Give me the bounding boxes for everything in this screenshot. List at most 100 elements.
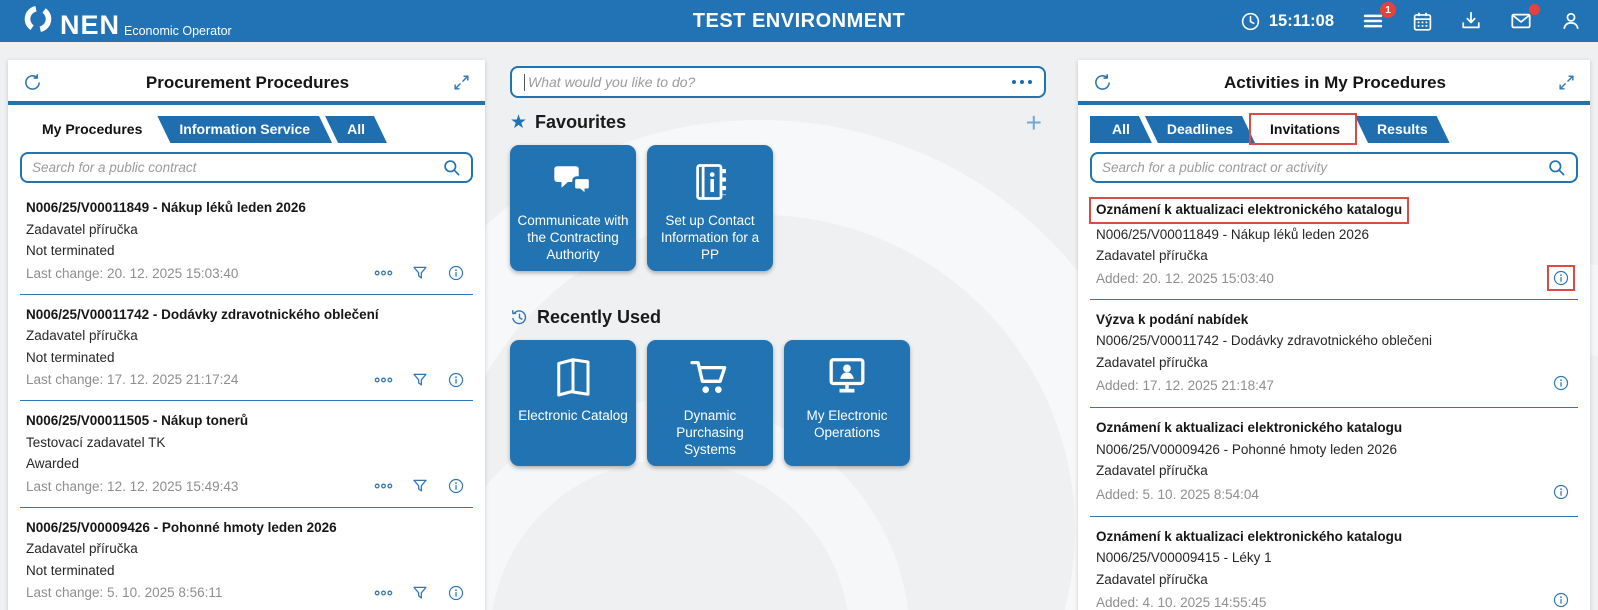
- tab-label[interactable]: Results: [1355, 116, 1450, 143]
- download-button[interactable]: [1460, 10, 1482, 32]
- nen-logo-icon: [24, 5, 52, 33]
- text-caret: [524, 73, 525, 91]
- activity-authority: Zadavatel příručka: [1096, 571, 1208, 587]
- funnel-icon: [413, 479, 427, 492]
- monitor-user-icon: [823, 346, 871, 408]
- activity-authority: Zadavatel příručka: [1096, 463, 1208, 478]
- catalog-icon: [549, 346, 597, 408]
- tab[interactable]: My Procedures: [20, 116, 164, 143]
- search-icon[interactable]: [442, 158, 461, 177]
- calendar-button[interactable]: [1412, 11, 1433, 32]
- info-button[interactable]: [1552, 483, 1570, 501]
- activities-list: Oznámení k aktualizaci elektronického ka…: [1078, 188, 1590, 610]
- refresh-icon: [25, 74, 40, 90]
- procedure-authority: Zadavatel příručka: [26, 541, 138, 556]
- procedure-last-change: Last change: 17. 12. 2025 21:17:24: [26, 372, 239, 387]
- command-input[interactable]: [528, 74, 1004, 90]
- environment-title: TEST ENVIRONMENT: [692, 9, 906, 32]
- tab[interactable]: Deadlines: [1145, 116, 1255, 143]
- filter-button[interactable]: [411, 477, 429, 495]
- info-icon: [1553, 484, 1569, 499]
- activity-title[interactable]: Oznámení k aktualizaci elektronického ka…: [1096, 420, 1402, 435]
- procedure-title[interactable]: N006/25/V00011505 - Nákup tonerů: [26, 410, 471, 432]
- user-button[interactable]: [1560, 10, 1582, 32]
- activity-title[interactable]: Oznámení k aktualizaci elektronického ka…: [1089, 197, 1410, 224]
- refresh-button[interactable]: [1092, 72, 1113, 93]
- procedure-list-item[interactable]: N006/25/V00011849 - Nákup léků leden 202…: [20, 188, 473, 295]
- info-button[interactable]: [1552, 374, 1570, 392]
- procedure-list-item[interactable]: N006/25/V00011742 - Dodávky zdravotnické…: [20, 295, 473, 401]
- activity-list-item[interactable]: Oznámení k aktualizaci elektronického ka…: [1089, 188, 1578, 300]
- messages-button[interactable]: [1509, 4, 1540, 32]
- procedure-status: Awarded: [26, 456, 80, 471]
- tile-label: My Electronic Operations: [806, 408, 888, 440]
- more-actions-button[interactable]: [374, 268, 393, 278]
- expand-icon: [1559, 75, 1574, 90]
- tab-label[interactable]: Deadlines: [1145, 116, 1255, 143]
- more-actions-button[interactable]: [374, 375, 393, 385]
- expand-button[interactable]: [1557, 73, 1576, 92]
- tab[interactable]: Results: [1355, 116, 1450, 143]
- shortcut-tile[interactable]: Set up Contact Information for a PP: [647, 145, 773, 271]
- info-icon: [1553, 270, 1569, 286]
- expand-button[interactable]: [452, 73, 471, 92]
- user-icon: [1563, 12, 1579, 30]
- tab[interactable]: Invitations: [1248, 113, 1362, 145]
- filter-button[interactable]: [411, 264, 429, 282]
- activity-title[interactable]: Výzva k podání nabídek: [1096, 312, 1248, 327]
- shortcut-tile[interactable]: Communicate with the Contracting Authori…: [510, 145, 636, 271]
- info-button[interactable]: [1552, 591, 1570, 609]
- procedure-list-item[interactable]: N006/25/V00009426 - Pohonné hmoty leden …: [20, 508, 473, 610]
- search-icon[interactable]: [1547, 158, 1566, 177]
- funnel-icon: [413, 373, 427, 386]
- refresh-button[interactable]: [22, 72, 43, 93]
- shortcut-tile[interactable]: Dynamic Purchasing Systems: [647, 340, 773, 466]
- tab[interactable]: Information Service: [157, 116, 332, 143]
- more-actions-button[interactable]: [374, 481, 393, 491]
- app-logo[interactable]: NEN Economic Operator: [22, 3, 232, 39]
- activities-search-input[interactable]: [1102, 160, 1547, 175]
- shortcut-tile[interactable]: Electronic Catalog: [510, 340, 636, 466]
- info-button[interactable]: [447, 371, 465, 389]
- more-options-icon[interactable]: [1004, 76, 1032, 89]
- info-icon: [448, 585, 464, 600]
- recently-used-title: Recently Used: [537, 307, 662, 327]
- more-actions-button[interactable]: [374, 588, 393, 598]
- brand-name: NEN: [60, 10, 121, 40]
- activity-list-item[interactable]: Oznámení k aktualizaci elektronického ka…: [1090, 517, 1578, 610]
- procedures-search-input[interactable]: [32, 160, 442, 175]
- shortcut-tile[interactable]: My Electronic Operations: [784, 340, 910, 466]
- tab-label[interactable]: Invitations: [1248, 116, 1362, 143]
- procedure-title[interactable]: N006/25/V00009426 - Pohonné hmoty leden …: [26, 517, 471, 539]
- star-icon: ★: [510, 112, 528, 133]
- procedure-title[interactable]: N006/25/V00011849 - Nákup léků leden 202…: [26, 197, 471, 219]
- activity-list-item[interactable]: Oznámení k aktualizaci elektronického ka…: [1090, 408, 1578, 517]
- procedure-list-item[interactable]: N006/25/V00011505 - Nákup tonerů Testova…: [20, 401, 473, 508]
- favourites-tiles: Communicate with the Contracting Authori…: [510, 145, 1046, 271]
- procedures-search: [20, 152, 473, 183]
- procedure-authority: Zadavatel příručka: [26, 328, 138, 343]
- filter-button[interactable]: [411, 371, 429, 389]
- command-bar: [510, 66, 1046, 98]
- info-button[interactable]: [447, 584, 465, 602]
- filter-button[interactable]: [411, 584, 429, 602]
- info-button[interactable]: [447, 477, 465, 495]
- tab[interactable]: All: [1090, 116, 1152, 143]
- tab-label[interactable]: My Procedures: [20, 116, 164, 143]
- tile-label: Dynamic Purchasing Systems: [676, 408, 744, 457]
- tab-label[interactable]: Information Service: [157, 116, 332, 143]
- info-button[interactable]: [1552, 269, 1570, 287]
- menu-button[interactable]: 1: [1361, 2, 1396, 32]
- activity-title[interactable]: Oznámení k aktualizaci elektronického ka…: [1096, 529, 1402, 544]
- download-icon: [1462, 11, 1480, 29]
- tab-label[interactable]: All: [325, 116, 387, 143]
- procedure-title[interactable]: N006/25/V00011742 - Dodávky zdravotnické…: [26, 304, 471, 326]
- activity-added: Added: 4. 10. 2025 14:55:45: [1096, 595, 1267, 610]
- tab[interactable]: All: [325, 116, 387, 143]
- add-favourite-button[interactable]: +: [1026, 108, 1046, 136]
- center-column: ★ Favourites + Communicate with the Cont…: [510, 60, 1046, 466]
- clock-icon: [1241, 12, 1260, 30]
- info-button[interactable]: [447, 264, 465, 282]
- tab-label[interactable]: All: [1090, 116, 1152, 143]
- activity-list-item[interactable]: Výzva k podání nabídek N006/25/V00011742…: [1090, 300, 1578, 408]
